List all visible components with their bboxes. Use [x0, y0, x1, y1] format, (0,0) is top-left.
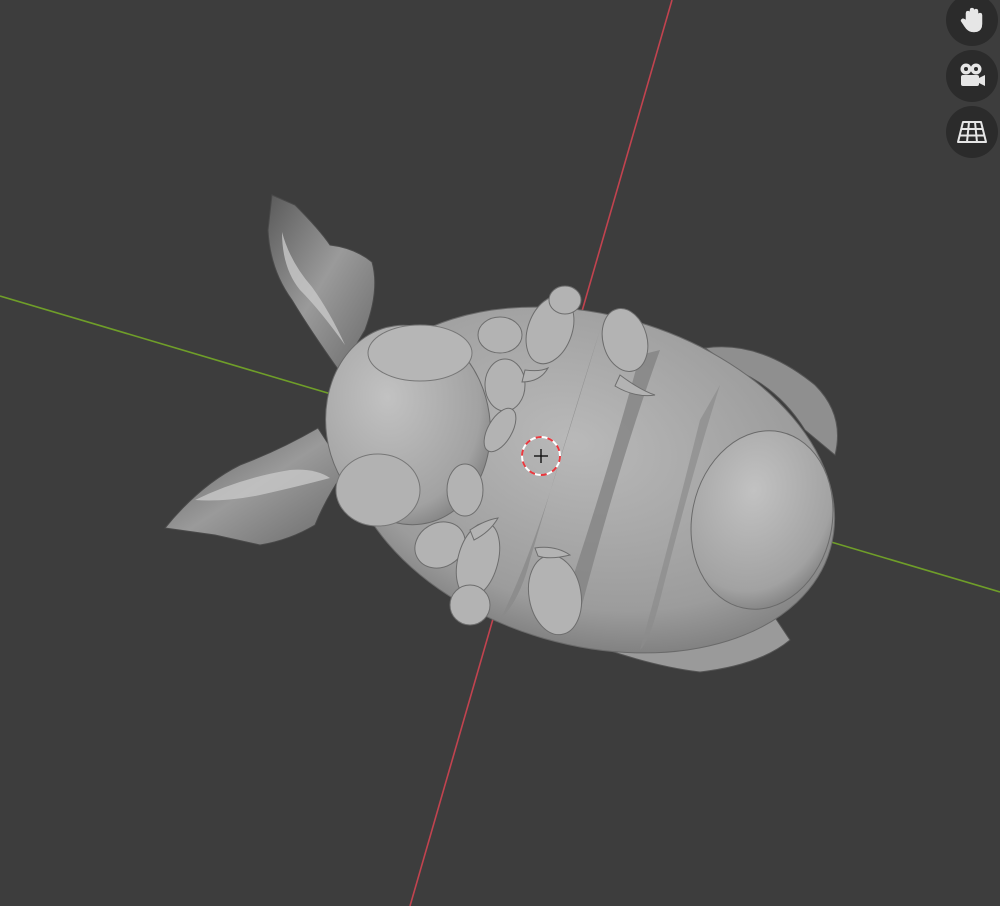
hand-pan-icon: [960, 7, 983, 33]
mesh-model[interactable]: [164, 194, 876, 708]
perspective-toggle-button[interactable]: [946, 106, 998, 158]
perspective-grid-icon: [957, 121, 987, 143]
camera-view-button[interactable]: [946, 50, 998, 102]
navigation-gizmo: [940, 0, 1000, 170]
3d-viewport[interactable]: [0, 0, 1000, 906]
camera-icon: [960, 63, 985, 86]
pan-view-button[interactable]: [946, 0, 998, 46]
viewport-scene[interactable]: [0, 0, 1000, 906]
model-head-top: [367, 324, 473, 382]
model-head-bottom: [335, 453, 421, 527]
